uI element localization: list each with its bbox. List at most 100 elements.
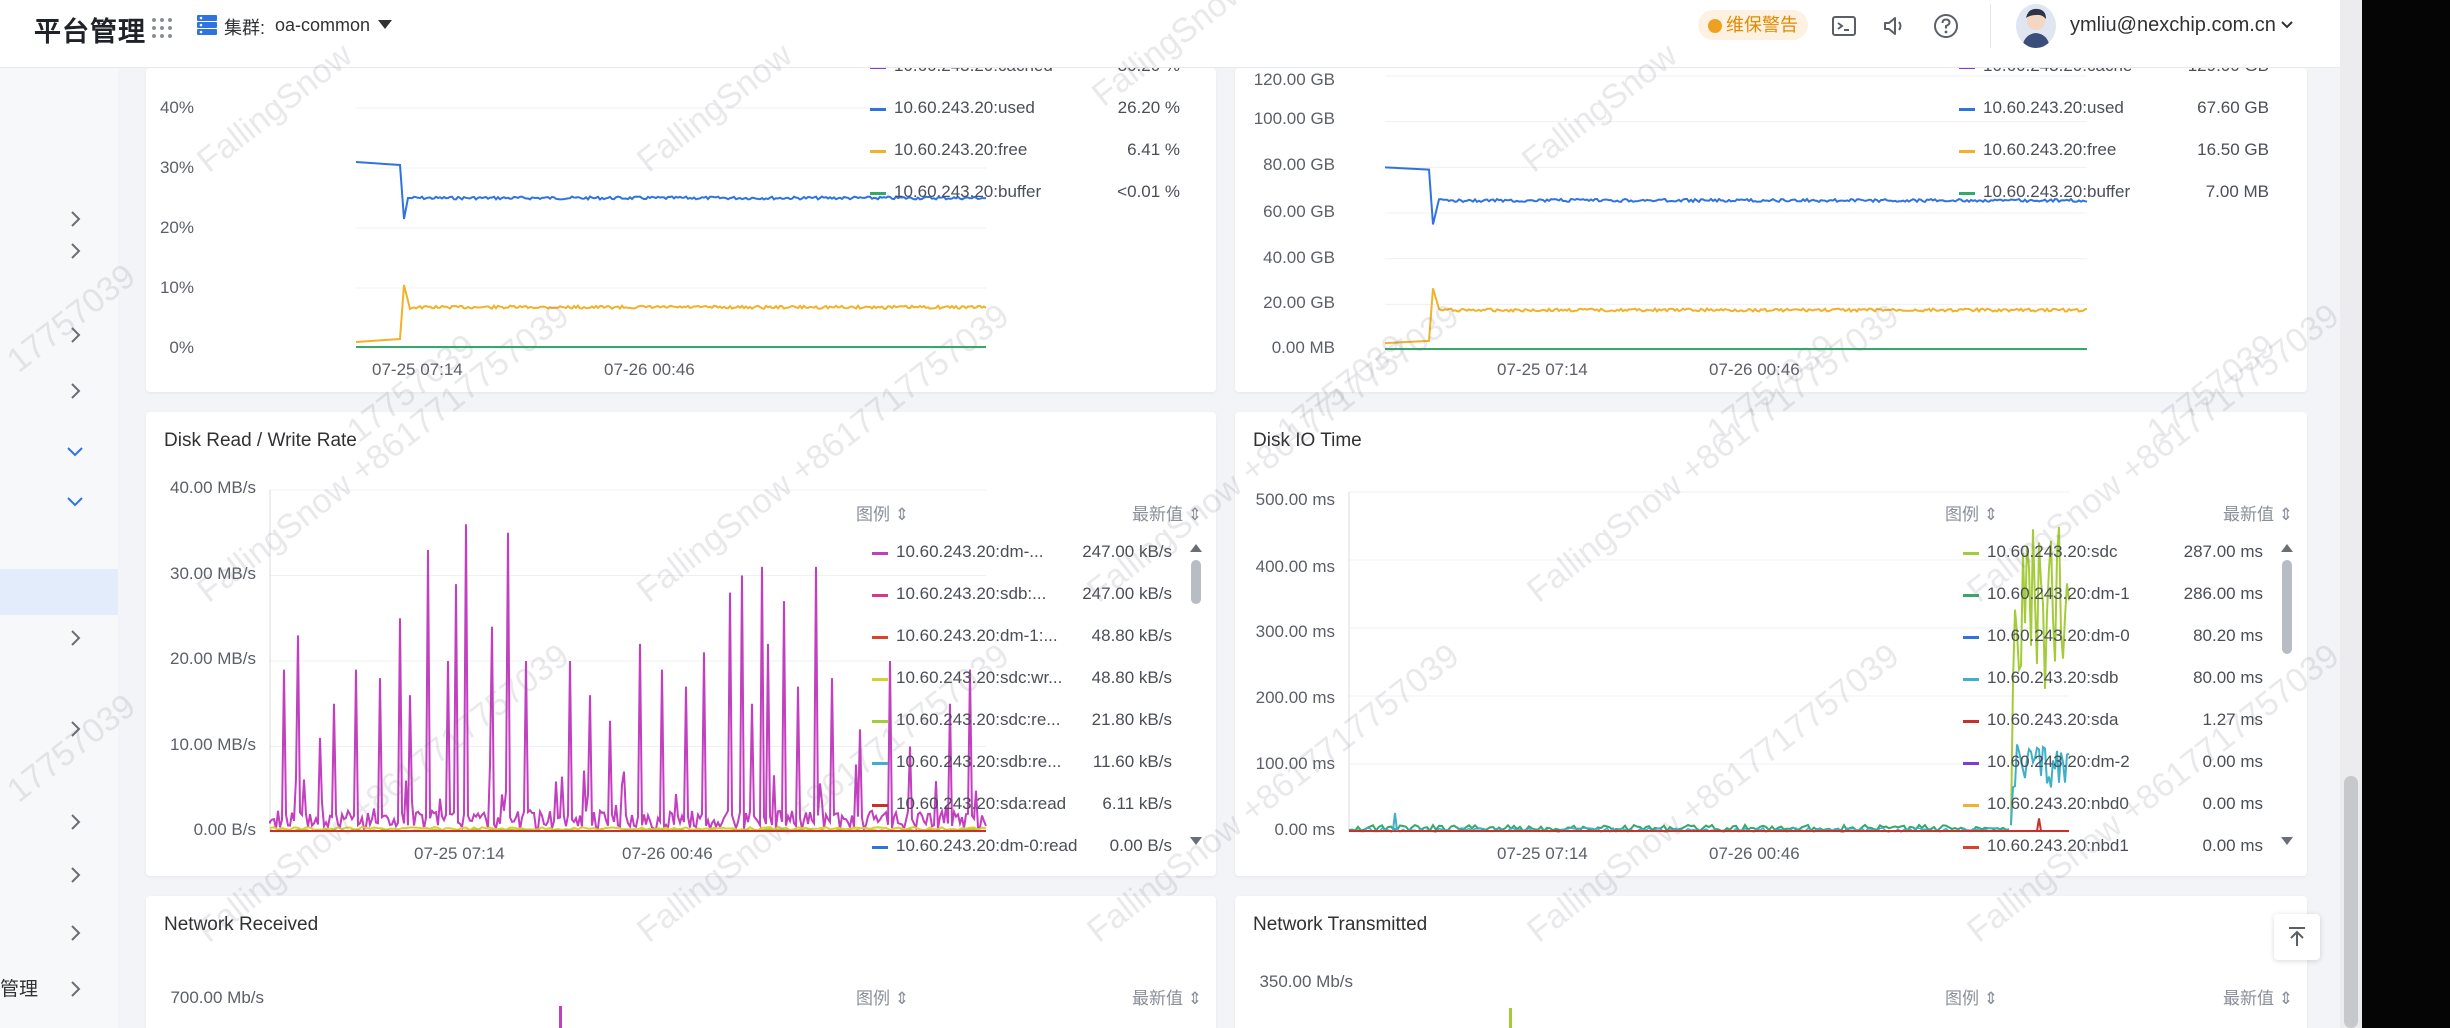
chevron-down-icon[interactable] <box>2280 18 2294 32</box>
help-icon[interactable] <box>1932 12 1960 40</box>
page-scrollbar[interactable] <box>2340 0 2362 1028</box>
sidebar-item-3[interactable] <box>0 312 118 358</box>
legend-item[interactable]: 10.60.243.20:buffer <0.01 % <box>870 180 1180 208</box>
disk-io-plot <box>1348 491 2070 833</box>
chevron-right-icon <box>71 630 81 646</box>
legend-name: 10.60.243.20:dm-... <box>896 542 1044 561</box>
y-tick: 60.00 GB <box>1263 202 1335 221</box>
legend-scrollbar[interactable] <box>2282 560 2292 830</box>
sidebar-item-label[interactable]: 管理 <box>0 974 38 1001</box>
legend-swatch <box>1959 150 1975 153</box>
legend-header[interactable]: 图例 ⇕ <box>856 984 909 1009</box>
legend-item[interactable]: 10.60.243.20:cache 129.00 GB <box>1959 68 2269 82</box>
avatar[interactable] <box>2016 4 2056 48</box>
chevron-down-icon <box>67 497 83 507</box>
scroll-down-icon[interactable] <box>1190 837 1202 845</box>
legend-item[interactable]: 10.60.243.20:nbd1 0.00 ms <box>1963 834 2263 862</box>
legend-item[interactable]: 10.60.243.20:free 16.50 GB <box>1959 138 2269 166</box>
sidebar-item-10[interactable] <box>0 852 118 898</box>
latest-value-header[interactable]: 最新值 ⇕ <box>1132 500 1202 525</box>
legend-value: 247.00 kB/s <box>1082 584 1172 603</box>
legend-item[interactable]: 10.60.243.20:dm-0 80.20 ms <box>1963 624 2263 652</box>
legend-item[interactable]: 10.60.243.20:cached 30.20 % <box>870 68 1180 82</box>
legend-value: 286.00 ms <box>2183 584 2263 603</box>
terminal-icon[interactable] <box>1830 12 1858 40</box>
legend-name: 10.60.243.20:dm-0:read <box>896 836 1078 855</box>
page-scroll-thumb[interactable] <box>2344 776 2358 1028</box>
sidebar-item-active[interactable] <box>0 569 118 615</box>
cluster-select[interactable]: oa-common <box>275 15 370 36</box>
legend-item[interactable]: 10.60.243.20:sdc 287.00 ms <box>1963 540 2263 568</box>
screen-edge <box>2362 0 2450 1028</box>
legend-item[interactable]: 10.60.243.20:nbd0 0.00 ms <box>1963 792 2263 820</box>
y-tick: 120.00 GB <box>1253 70 1335 89</box>
sidebar-item-9[interactable] <box>0 799 118 845</box>
sidebar-item-11[interactable] <box>0 910 118 956</box>
legend-swatch <box>870 68 886 69</box>
disk-rw-plot <box>269 489 987 833</box>
legend-name: 10.60.243.20:buffer <box>1983 182 2131 201</box>
scroll-down-icon[interactable] <box>2281 837 2293 845</box>
series-spike <box>559 1006 562 1028</box>
legend-name: 10.60.243.20:used <box>894 98 1035 117</box>
legend-item[interactable]: 10.60.243.20:dm-1:... 48.80 kB/s <box>872 624 1172 652</box>
panel-title: Network Received <box>164 914 319 935</box>
sidebar-item-7[interactable] <box>0 615 118 661</box>
back-to-top-button[interactable] <box>2274 914 2320 960</box>
latest-value-header[interactable]: 最新值 ⇕ <box>1132 984 1202 1009</box>
sidebar-item-8[interactable] <box>0 706 118 752</box>
scroll-up-icon[interactable] <box>1190 544 1202 552</box>
legend-item[interactable]: 10.60.243.20:sda 1.27 ms <box>1963 708 2263 736</box>
legend-item[interactable]: 10.60.243.20:dm-1 286.00 ms <box>1963 582 2263 610</box>
legend-name: 10.60.243.20:free <box>1983 140 2117 159</box>
legend-value: 287.00 ms <box>2183 542 2263 561</box>
warranty-warning-badge[interactable]: 维保警告 <box>1698 10 1808 40</box>
legend-swatch <box>1963 594 1979 597</box>
legend-header[interactable]: 图例 ⇕ <box>1945 500 1998 525</box>
legend-item[interactable]: 10.60.243.20:dm-2 0.00 ms <box>1963 750 2263 778</box>
user-email[interactable]: ymliu@nexchip.com.cn <box>2070 14 2276 37</box>
legend-item[interactable]: 10.60.243.20:buffer 7.00 MB <box>1959 180 2269 208</box>
legend-item[interactable]: 10.60.243.20:dm-0:read 0.00 B/s <box>872 834 1172 862</box>
legend-item[interactable]: 10.60.243.20:sdc:re... 21.80 kB/s <box>872 708 1172 736</box>
legend-value: 80.20 ms <box>2193 626 2263 645</box>
legend-item[interactable]: 10.60.243.20:sdb:re... 11.60 kB/s <box>872 750 1172 778</box>
legend-item[interactable]: 10.60.243.20:used 67.60 GB <box>1959 96 2269 124</box>
legend-value: 11.60 kB/s <box>1092 752 1172 771</box>
legend-item[interactable]: 10.60.243.20:sda:read 6.11 kB/s <box>872 792 1172 820</box>
scroll-thumb[interactable] <box>2282 560 2292 654</box>
legend-item[interactable]: 10.60.243.20:sdb 80.00 ms <box>1963 666 2263 694</box>
legend-swatch <box>1963 552 1979 555</box>
legend-swatch <box>872 594 888 597</box>
sidebar-item-2[interactable] <box>0 228 118 274</box>
latest-value-header[interactable]: 最新值 ⇕ <box>2223 500 2293 525</box>
apps-grid-icon[interactable] <box>150 16 174 40</box>
legend-item[interactable]: 10.60.243.20:used 26.20 % <box>870 96 1180 124</box>
legend-swatch <box>1963 678 1979 681</box>
network-received-panel: Network Received 700.00 Mb/s 图例 ⇕ 最新值 ⇕ <box>146 896 1216 1028</box>
scroll-up-icon[interactable] <box>2281 544 2293 552</box>
caret-down-icon[interactable] <box>378 20 392 29</box>
legend-item[interactable]: 10.60.243.20:dm-... 247.00 kB/s <box>872 540 1172 568</box>
legend-value: 26.20 % <box>1117 98 1180 117</box>
y-tick: 20.00 GB <box>1263 293 1335 312</box>
legend-item[interactable]: 10.60.243.20:sdc:wr... 48.80 kB/s <box>872 666 1172 694</box>
disk-io-panel: Disk IO Time 500.00 ms 400.00 ms 300.00 … <box>1235 412 2307 876</box>
sidebar-item-4[interactable] <box>0 368 118 414</box>
latest-value-header[interactable]: 最新值 ⇕ <box>2223 984 2293 1009</box>
legend-scrollbar[interactable] <box>1191 560 1201 830</box>
header-divider <box>1990 4 1991 48</box>
sidebar-item-5[interactable] <box>0 428 118 474</box>
legend-value: 0.00 ms <box>2202 794 2263 813</box>
x-tick: 07-25 07:14 <box>1497 360 1588 379</box>
y-tick: 500.00 ms <box>1255 490 1335 509</box>
legend-swatch <box>870 192 886 195</box>
legend-header[interactable]: 图例 ⇕ <box>1945 984 1998 1009</box>
legend-header[interactable]: 图例 ⇕ <box>856 500 909 525</box>
scroll-thumb[interactable] <box>1191 560 1201 604</box>
series-line <box>355 284 987 343</box>
legend-item[interactable]: 10.60.243.20:free 6.41 % <box>870 138 1180 166</box>
legend-item[interactable]: 10.60.243.20:sdb:... 247.00 kB/s <box>872 582 1172 610</box>
sidebar-item-6[interactable] <box>0 478 118 524</box>
speaker-icon[interactable] <box>1880 12 1908 40</box>
